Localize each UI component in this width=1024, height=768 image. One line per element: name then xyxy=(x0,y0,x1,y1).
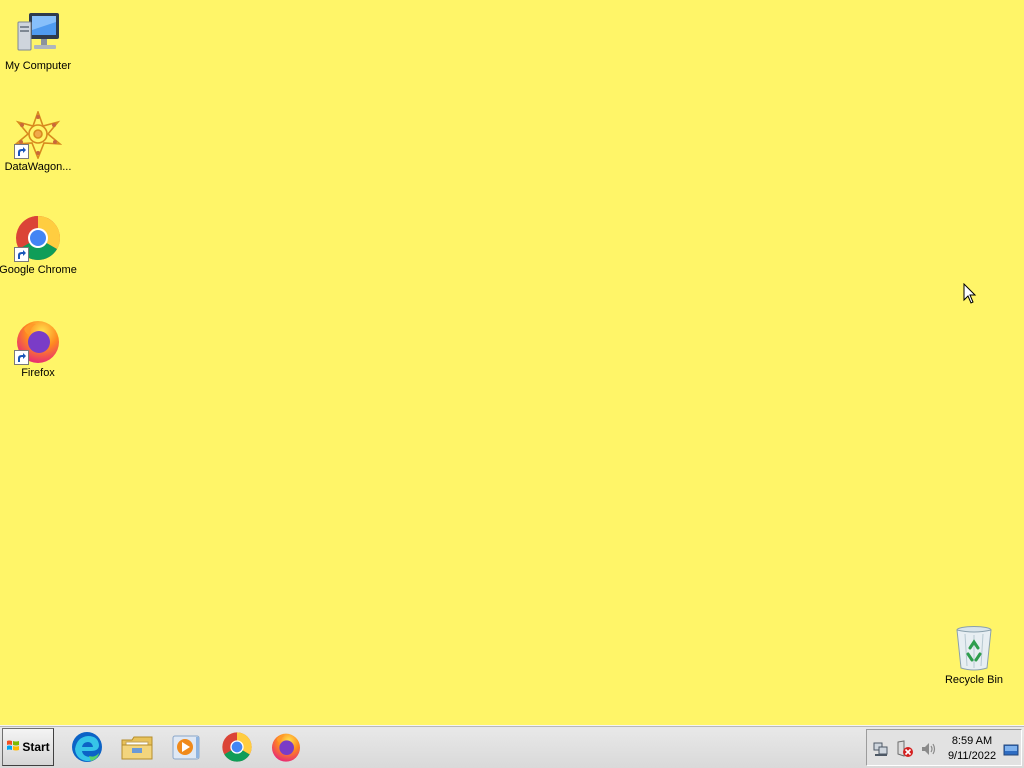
clock[interactable]: 8:59 AM 9/11/2022 xyxy=(941,734,1003,764)
shortcut-arrow-icon xyxy=(14,144,29,159)
firefox-icon xyxy=(14,317,62,365)
desktop: My Computer DataWagon... Google Chrome F… xyxy=(0,0,1024,725)
taskbar: Start 8:59 AM 9/11/2022 xyxy=(0,725,1024,768)
chrome-icon xyxy=(14,214,62,262)
desktop-icon-label: Firefox xyxy=(21,367,55,379)
show-desktop-icon[interactable] xyxy=(1003,740,1019,758)
desktop-icon-my-computer[interactable]: My Computer xyxy=(0,10,76,73)
desktop-icon-google-chrome[interactable]: Google Chrome xyxy=(0,214,77,277)
system-tray: 8:59 AM 9/11/2022 xyxy=(866,729,1022,766)
clock-time: 8:59 AM xyxy=(951,735,993,747)
windows-logo-icon xyxy=(6,739,20,756)
taskbar-app-file-explorer[interactable] xyxy=(119,730,155,766)
edge-icon xyxy=(71,731,103,766)
desktop-icon-label: Google Chrome xyxy=(0,264,77,276)
firefox-icon xyxy=(270,731,302,766)
security-alert-icon[interactable] xyxy=(896,740,914,758)
desktop-icon-firefox[interactable]: Firefox xyxy=(0,317,76,380)
chrome-icon xyxy=(221,731,253,766)
file-explorer-icon xyxy=(120,731,154,766)
network-icon[interactable] xyxy=(872,740,890,758)
datawagon-icon xyxy=(13,109,63,161)
shortcut-arrow-icon xyxy=(14,247,29,262)
desktop-icon-label: My Computer xyxy=(4,60,72,72)
taskbar-app-media-player[interactable] xyxy=(168,730,204,766)
mouse-cursor-icon xyxy=(963,282,977,305)
desktop-icon-datawagon[interactable]: DataWagon... xyxy=(0,109,76,174)
clock-date: 9/11/2022 xyxy=(947,750,997,762)
desktop-icon-recycle-bin[interactable]: Recycle Bin xyxy=(936,624,1012,687)
desktop-icon-label: Recycle Bin xyxy=(944,674,1004,686)
volume-icon[interactable] xyxy=(920,740,938,758)
taskbar-app-chrome[interactable] xyxy=(219,730,255,766)
taskbar-app-edge[interactable] xyxy=(69,730,105,766)
media-player-icon xyxy=(170,731,202,766)
start-button[interactable]: Start xyxy=(2,728,54,766)
taskbar-app-firefox[interactable] xyxy=(268,730,304,766)
shortcut-arrow-icon xyxy=(14,350,29,365)
recycle-bin-icon xyxy=(950,624,998,672)
desktop-icon-label: DataWagon... xyxy=(4,161,72,173)
my-computer-icon xyxy=(14,10,62,58)
start-label: Start xyxy=(22,740,50,754)
